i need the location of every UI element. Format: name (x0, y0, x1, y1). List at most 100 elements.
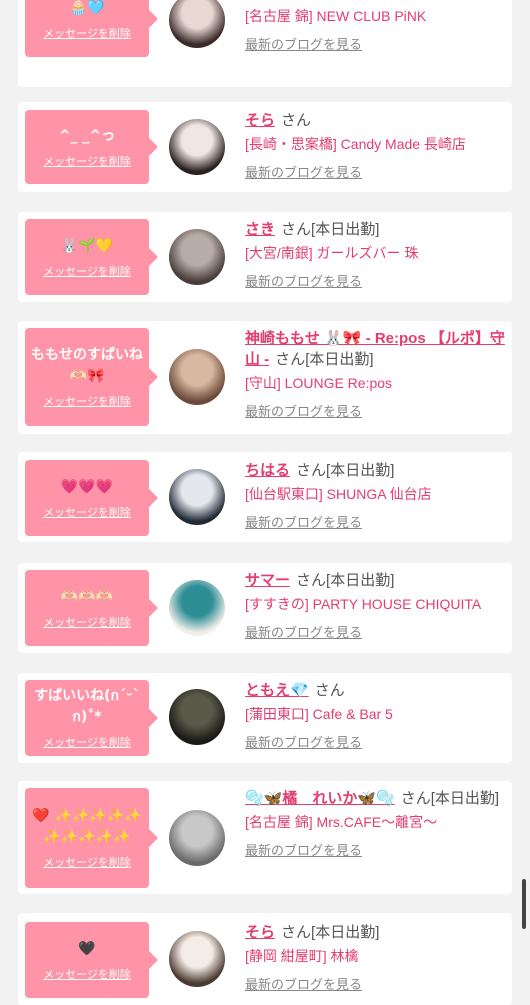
honorific: さん (281, 924, 312, 941)
shop-name: [すすきの] PARTY HOUSE CHIQUITA (245, 596, 482, 612)
profile-name-link[interactable]: 🫧🦋橘 れいか🦋🫧 (245, 790, 395, 807)
profile-name-link[interactable]: そら (245, 112, 275, 129)
delete-message-link[interactable]: メッセージを削除 (43, 504, 131, 520)
list-item: ももせのすぱいね🫶🏻🎀 メッセージを削除 神崎ももせ 🐰🎀 - Re:pos 【ルポ… (18, 321, 512, 434)
latest-blog-link[interactable]: 最新のブログを見る (245, 164, 507, 182)
profile-info: ともえ💎 さん [蒲田東口] Cafe & Bar 5 最新のブログを見る (245, 680, 507, 752)
profile-name-link[interactable]: 愛沢 じゅん (245, 0, 324, 1)
profile-info: 🫧🦋橘 れいか🦋🫧 さん[本日出勤] [名古屋 錦] Mrs.CAFE〜離宮〜 最新の… (245, 788, 507, 860)
profile-name-link[interactable]: そら (245, 924, 275, 941)
honorific: さん (275, 351, 306, 368)
status-badge: [本日出勤] (326, 462, 395, 479)
avatar[interactable] (169, 810, 225, 866)
message-bubble: 💗💗💗 メッセージを削除 (25, 460, 158, 536)
list-item: ^_ _^っ メッセージを削除 そら さん [長崎・思案橋] Candy Made 長崎… (18, 102, 512, 192)
honorific: さん (281, 112, 312, 129)
profile-name-link[interactable]: さき (245, 221, 275, 238)
name-line: ちはる さん[本日出勤] (245, 460, 507, 481)
list-item: 🫶🏻🫶🏻🫶🏻 メッセージを削除 サマー さん[本日出勤] [すすきの] PARTY HO… (18, 563, 512, 653)
avatar[interactable] (169, 469, 225, 525)
status-badge: [本日出勤] (305, 351, 374, 368)
message-text: 🖤 (78, 940, 96, 957)
name-line: 愛沢 じゅん さん (245, 0, 507, 3)
honorific: さん (314, 682, 345, 699)
message-bubble: 🖤 メッセージを削除 (25, 922, 158, 998)
delete-message-link[interactable]: メッセージを削除 (43, 854, 131, 870)
list-item: ❤️ ✨✨✨✨✨✨✨✨✨✨ メッセージを削除 🫧🦋橘 れいか🦋🫧 さん[本日出勤] [名… (18, 781, 512, 894)
list-item: 💗💗💗 メッセージを削除 ちはる さん[本日出勤] [仙台駅東口] SHUNGA 仙台店… (18, 452, 512, 542)
message-text: ❤️ ✨✨✨✨✨✨✨✨✨✨ (32, 808, 142, 845)
profile-info: さき さん[本日出勤] [大宮/南銀] ガールズバー 珠最新のブログを見る (245, 219, 507, 291)
latest-blog-link[interactable]: 最新のブログを見る (245, 273, 507, 291)
avatar[interactable] (169, 689, 225, 745)
list-item: 🖤 メッセージを削除 そら さん[本日出勤] [静岡 紺屋町] 林檎最新のブログを見る (18, 913, 512, 1005)
latest-blog-link[interactable]: 最新のブログを見る (245, 403, 507, 421)
message-text: ^_ _^っ (58, 127, 116, 144)
avatar[interactable] (169, 0, 225, 48)
message-bubble: ももせのすぱいね🫶🏻🎀 メッセージを削除 (25, 328, 158, 426)
shop-name: [静岡 紺屋町] 林檎 (245, 948, 359, 964)
message-text: 🐰🌱💛 (60, 237, 114, 254)
message-text: 🧁🩵 (69, 0, 105, 16)
latest-blog-link[interactable]: 最新のブログを見る (245, 36, 507, 54)
delete-message-link[interactable]: メッセージを削除 (43, 966, 131, 982)
profile-info: そら さん [長崎・思案橋] Candy Made 長崎店最新のブログを見る (245, 110, 507, 182)
shop-name: [名古屋 錦] NEW CLUB PiNK (245, 8, 427, 24)
shop-name: [大宮/南銀] ガールズバー 珠 (245, 245, 419, 261)
status-badge: [本日出勤] (311, 221, 380, 238)
delete-message-link[interactable]: メッセージを削除 (43, 393, 131, 409)
avatar[interactable] (169, 580, 225, 636)
name-line: 神崎ももせ 🐰🎀 - Re:pos 【ルポ】守山 - さん[本日出勤] (245, 328, 507, 370)
shop-name: [守山] LOUNGE Re:pos (245, 375, 393, 391)
scrollbar[interactable] (522, 879, 526, 929)
delete-message-link[interactable]: メッセージを削除 (43, 153, 131, 169)
list-item: 🧁🩵 メッセージを削除 愛沢 じゅん さん [名古屋 錦] NEW CLUB PiNK 最… (18, 0, 512, 87)
profile-info: そら さん[本日出勤] [静岡 紺屋町] 林檎最新のブログを見る (245, 922, 507, 994)
message-bubble: 🫶🏻🫶🏻🫶🏻 メッセージを削除 (25, 570, 158, 646)
delete-message-link[interactable]: メッセージを削除 (43, 614, 131, 630)
latest-blog-link[interactable]: 最新のブログを見る (245, 624, 507, 642)
latest-blog-link[interactable]: 最新のブログを見る (245, 842, 507, 860)
delete-message-link[interactable]: メッセージを削除 (43, 734, 131, 750)
message-text: ももせのすぱいね🫶🏻🎀 (31, 347, 143, 384)
profile-name-link[interactable]: サマー (245, 572, 290, 589)
status-badge: [本日出勤] (326, 572, 395, 589)
name-line: ともえ💎 さん (245, 680, 507, 701)
message-bubble: 🧁🩵 メッセージを削除 (25, 0, 158, 57)
shop-name: [蒲田東口] Cafe & Bar 5 (245, 706, 393, 722)
avatar[interactable] (169, 229, 225, 285)
message-text: すぱいいね(ก´ᵕ`ก)˚* (34, 688, 140, 725)
honorific: さん (296, 572, 327, 589)
honorific: さん (296, 462, 327, 479)
honorific: さん (400, 790, 431, 807)
message-bubble: ^_ _^っ メッセージを削除 (25, 110, 158, 184)
message-text: 🫶🏻🫶🏻🫶🏻 (60, 588, 114, 605)
honorific: さん (281, 221, 312, 238)
profile-name-link[interactable]: ちはる (245, 462, 290, 479)
latest-blog-link[interactable]: 最新のブログを見る (245, 514, 507, 532)
message-text: 💗💗💗 (60, 478, 114, 495)
delete-message-link[interactable]: メッセージを削除 (43, 25, 131, 41)
message-bubble: 🐰🌱💛 メッセージを削除 (25, 219, 158, 295)
delete-message-link[interactable]: メッセージを削除 (43, 263, 131, 279)
profile-name-link[interactable]: ともえ💎 (245, 682, 309, 699)
profile-info: ちはる さん[本日出勤] [仙台駅東口] SHUNGA 仙台店最新のブログを見る (245, 460, 507, 532)
status-badge: [本日出勤] (311, 924, 380, 941)
name-line: さき さん[本日出勤] (245, 219, 507, 240)
profile-info: サマー さん[本日出勤] [すすきの] PARTY HOUSE CHIQUITA 最新… (245, 570, 507, 642)
shop-name: [長崎・思案橋] Candy Made 長崎店 (245, 136, 466, 152)
avatar[interactable] (169, 349, 225, 405)
avatar[interactable] (169, 931, 225, 987)
message-bubble: ❤️ ✨✨✨✨✨✨✨✨✨✨ メッセージを削除 (25, 788, 158, 888)
message-bubble: すぱいいね(ก´ᵕ`ก)˚* メッセージを削除 (25, 680, 158, 756)
avatar[interactable] (169, 119, 225, 175)
name-line: そら さん (245, 110, 507, 131)
list-item: 🐰🌱💛 メッセージを削除 さき さん[本日出勤] [大宮/南銀] ガールズバー 珠最新の… (18, 212, 512, 302)
list-item: すぱいいね(ก´ᵕ`ก)˚* メッセージを削除 ともえ💎 さん [蒲田東口] Cafe … (18, 673, 512, 763)
latest-blog-link[interactable]: 最新のブログを見る (245, 734, 507, 752)
name-line: 🫧🦋橘 れいか🦋🫧 さん[本日出勤] (245, 788, 507, 809)
shop-name: [名古屋 錦] Mrs.CAFE〜離宮〜 (245, 814, 438, 830)
shop-name: [仙台駅東口] SHUNGA 仙台店 (245, 486, 432, 502)
latest-blog-link[interactable]: 最新のブログを見る (245, 976, 507, 994)
profile-info: 愛沢 じゅん さん [名古屋 錦] NEW CLUB PiNK 最新のブログを見る (245, 0, 507, 54)
